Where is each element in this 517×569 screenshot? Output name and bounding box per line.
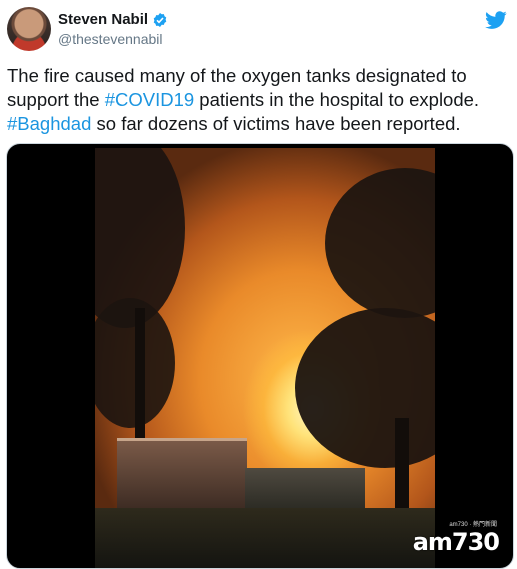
building-silhouette [117,438,247,511]
tweet-text-segment: so far dozens of victims have been repor… [91,113,461,134]
twitter-bird-icon[interactable] [485,9,507,31]
author-handle[interactable]: @thestevennabil [58,31,163,47]
avatar[interactable] [7,7,51,51]
media-video[interactable]: am730 · 熱門新聞 am730 [6,143,514,569]
hashtag-baghdad-link[interactable]: #Baghdad [7,113,91,134]
tree-silhouette [325,168,435,318]
am730-watermark: am730 [412,528,500,556]
watermark-caption: am730 · 熱門新聞 [449,522,497,528]
author-name-row: Steven Nabil [58,11,168,28]
tweet-text-segment: patients in the hospital to explode. [194,89,480,110]
verified-badge-icon [153,12,167,27]
tweet-text: The fire caused many of the oxygen tanks… [7,64,507,136]
author-name[interactable]: Steven Nabil [58,11,148,28]
tree-silhouette [295,308,435,468]
ground [95,508,435,568]
video-frame [95,148,435,568]
hashtag-covid19-link[interactable]: #COVID19 [105,89,194,110]
